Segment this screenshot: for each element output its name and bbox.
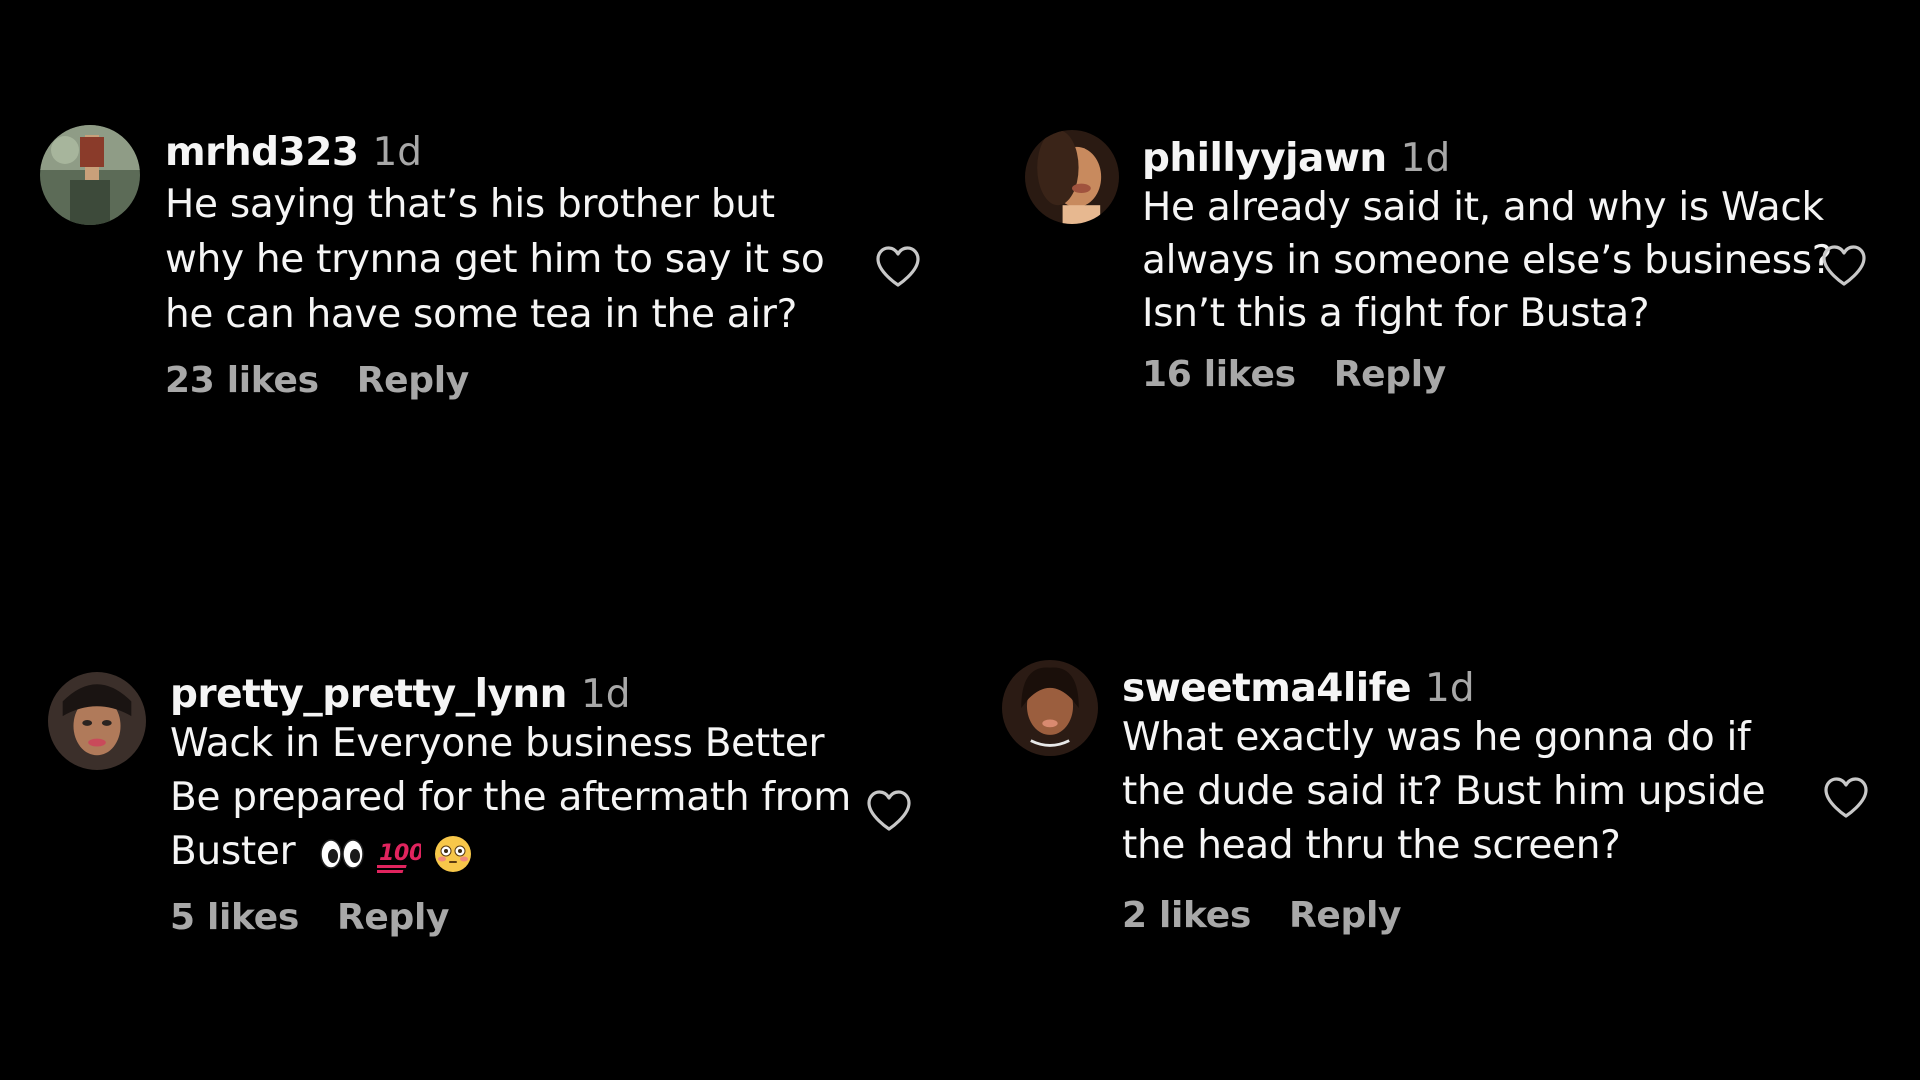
comment-line: He already said it, and why is Wack [1142,185,1824,230]
svg-text:100: 100 [379,841,421,866]
comment-header: sweetma4life 1d [1122,666,1765,711]
comment-meta: 23 likes Reply [165,360,824,401]
comment-header: pretty_pretty_lynn 1d [170,672,851,717]
comment-line: the dude said it? Bust him upside [1122,769,1766,814]
reply-button[interactable]: Reply [1334,354,1447,395]
flushed-face-emoji [435,835,472,872]
heart-outline-icon[interactable] [1820,243,1868,287]
comment-text: He saying that’s his brother but why he … [165,177,825,342]
comment-line: Be prepared for the aftermath from [170,775,851,820]
comment-meta: 16 likes Reply [1142,354,1832,395]
avatar-image [1025,130,1119,224]
comment-line: Buster 100 [170,825,851,879]
likes-count[interactable]: 5 likes [170,897,299,938]
comment-line: he can have some tea in the air? [165,292,798,337]
comment-body: phillyyjawn 1d He already said it, and w… [1142,136,1832,395]
avatar-image [1002,660,1098,756]
reply-button[interactable]: Reply [337,897,450,938]
timestamp[interactable]: 1d [1401,136,1451,181]
timestamp[interactable]: 1d [581,672,631,717]
comment-line-text: Buster [170,829,296,874]
comment-header: mrhd323 1d [165,130,824,175]
username[interactable]: mrhd323 [165,130,359,175]
comment-meta: 5 likes Reply [170,897,851,938]
avatar-image [40,125,140,225]
reply-button[interactable]: Reply [1289,895,1402,936]
comment-line: Isn’t this a fight for Busta? [1142,291,1650,336]
username[interactable]: sweetma4life [1122,666,1412,711]
comment-body: pretty_pretty_lynn 1d Wack in Everyone b… [170,672,851,938]
timestamp[interactable]: 1d [372,130,422,175]
hundred-points-emoji: 100 [377,841,421,873]
avatar[interactable] [40,125,140,225]
avatar[interactable] [1025,130,1119,224]
username[interactable]: phillyyjawn [1142,136,1387,181]
likes-count[interactable]: 2 likes [1122,895,1251,936]
comment-line: What exactly was he gonna do if [1122,715,1751,760]
comment-text: What exactly was he gonna do if the dude… [1122,711,1766,873]
likes-count[interactable]: 23 likes [165,360,319,401]
eyes-emoji [320,838,365,869]
comment-line: the head thru the screen? [1122,823,1621,868]
emoji-group: 100 [319,834,473,874]
comment-body: mrhd323 1d He saying that’s his brother … [165,130,825,401]
comment-line: He saying that’s his brother but [165,182,775,227]
avatar[interactable] [1002,660,1098,756]
reply-button[interactable]: Reply [357,360,470,401]
comment-meta: 2 likes Reply [1122,895,1765,936]
avatar-image [48,672,146,770]
comment-text: He already said it, and why is Wack alwa… [1142,181,1832,340]
comment-text: Wack in Everyone business Better Be prep… [170,717,851,879]
comment-header: phillyyjawn 1d [1142,136,1832,181]
comment-body: sweetma4life 1d What exactly was he gonn… [1122,666,1766,936]
timestamp[interactable]: 1d [1425,666,1475,711]
comment-line: always in someone else’s business? [1142,238,1833,283]
likes-count[interactable]: 16 likes [1142,354,1296,395]
heart-outline-icon[interactable] [1822,775,1870,819]
username[interactable]: pretty_pretty_lynn [170,672,567,717]
heart-outline-icon[interactable] [874,244,922,288]
comment-line: Wack in Everyone business Better [170,721,825,766]
comment-line: why he trynna get him to say it so [165,237,825,282]
avatar[interactable] [48,672,146,770]
heart-outline-icon[interactable] [865,788,913,832]
